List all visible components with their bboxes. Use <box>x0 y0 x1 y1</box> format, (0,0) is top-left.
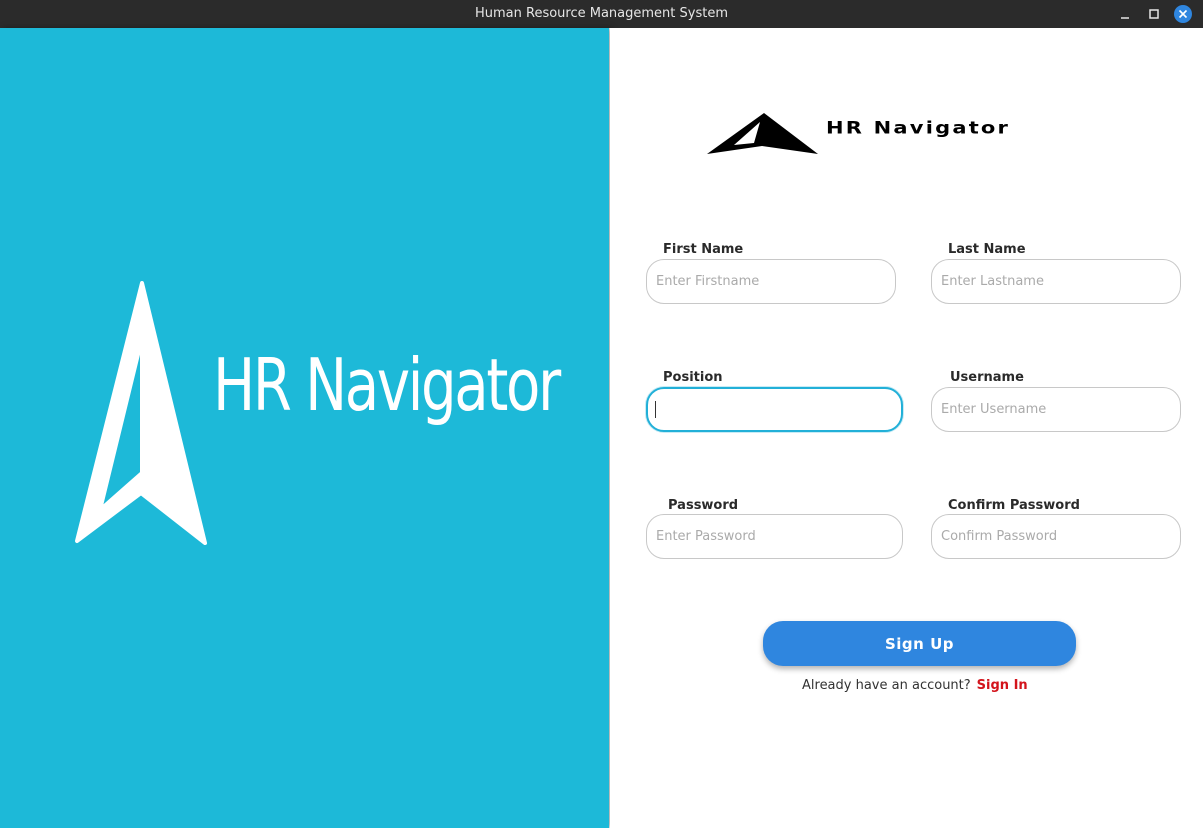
close-icon <box>1173 4 1193 24</box>
minimize-icon <box>1115 4 1135 24</box>
maximize-button[interactable] <box>1144 4 1164 24</box>
window-title: Human Resource Management System <box>474 6 728 21</box>
text-cursor <box>655 401 656 418</box>
confirm-password-label: Confirm Password <box>948 498 1080 513</box>
username-label: Username <box>950 370 1024 385</box>
maximize-icon <box>1144 4 1164 24</box>
username-input[interactable] <box>931 387 1181 432</box>
navigator-logo-icon <box>706 112 820 161</box>
password-label: Password <box>668 498 739 513</box>
first-name-label: First Name <box>663 242 744 257</box>
close-button[interactable] <box>1173 4 1193 24</box>
position-input[interactable] <box>646 387 903 432</box>
window-titlebar: Human Resource Management System <box>0 0 1203 28</box>
sign-up-button[interactable]: Sign Up <box>763 621 1076 666</box>
sign-in-link[interactable]: Sign In <box>977 678 1028 693</box>
last-name-label: Last Name <box>948 242 1026 257</box>
brand-wordmark-small: HR Navigator <box>826 118 1011 138</box>
first-name-input[interactable] <box>646 259 896 304</box>
signin-row: Already have an account? Sign In <box>802 678 1028 693</box>
brand-wordmark-large: HR Navigator <box>213 343 561 427</box>
signin-prompt: Already have an account? <box>802 678 971 693</box>
last-name-input[interactable] <box>931 259 1181 304</box>
password-input[interactable] <box>646 514 903 559</box>
position-label: Position <box>663 370 723 385</box>
minimize-button[interactable] <box>1115 4 1135 24</box>
navigator-arrow-icon <box>72 278 212 557</box>
confirm-password-input[interactable] <box>931 514 1181 559</box>
